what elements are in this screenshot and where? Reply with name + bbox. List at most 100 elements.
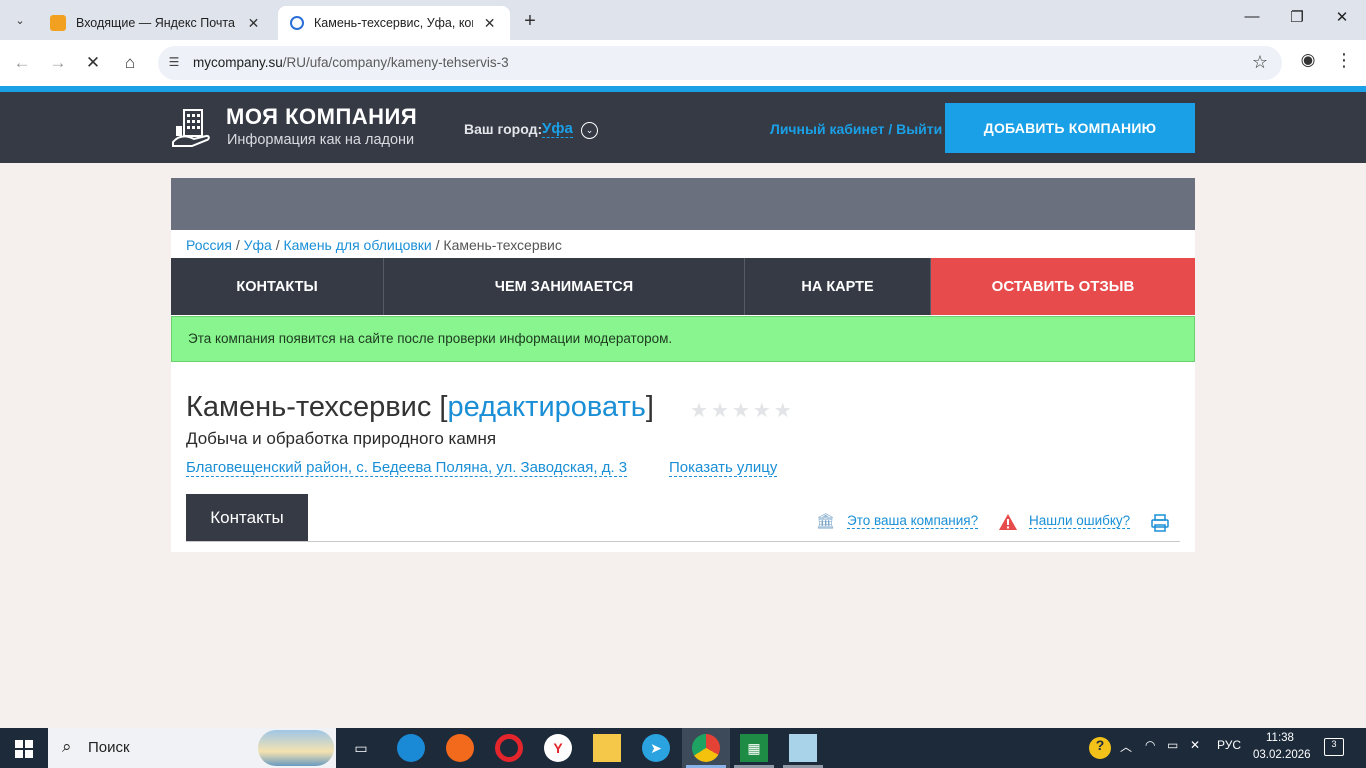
- windows-start-icon[interactable]: [15, 740, 33, 758]
- plus-icon[interactable]: +: [518, 10, 542, 33]
- close-icon[interactable]: ✕: [481, 15, 498, 32]
- mail-favicon-icon: [50, 15, 66, 31]
- taskbar-search[interactable]: ⌕ Поиск: [48, 728, 336, 768]
- address-bar[interactable]: ☰ mycompany.su/RU/ufa/company/kameny-teh…: [158, 46, 1282, 80]
- breadcrumb: Россия / Уфа / Камень для облицовки / Ка…: [186, 237, 562, 253]
- star-icon[interactable]: ★: [753, 401, 771, 421]
- firefox-icon[interactable]: [446, 734, 474, 762]
- bracket: [: [431, 391, 448, 423]
- contacts-section-tab[interactable]: Контакты: [186, 494, 308, 541]
- account-links: Личный кабинет / Выйти: [770, 121, 942, 137]
- breadcrumb-separator: /: [435, 237, 440, 253]
- star-icon[interactable]: ☆: [1252, 52, 1268, 73]
- star-icon[interactable]: ★: [690, 401, 708, 421]
- breadcrumb-link-ufa[interactable]: Уфа: [244, 237, 272, 253]
- logo-title[interactable]: МОЯ КОМПАНИЯ: [226, 104, 417, 130]
- tab-activity[interactable]: ЧЕМ ЗАНИМАЕТСЯ: [384, 258, 745, 315]
- notepad-icon[interactable]: [789, 734, 817, 762]
- tab-map[interactable]: НА КАРТЕ: [745, 258, 931, 315]
- telegram-icon[interactable]: ➤: [642, 734, 670, 762]
- chevron-down-icon: ⌄: [15, 14, 25, 27]
- home-icon[interactable]: ⌂: [117, 50, 143, 76]
- browser-tab-mail[interactable]: Входящие — Яндекс Почта ✕: [38, 6, 274, 40]
- moderation-notice: Эта компания появится на сайте после про…: [171, 316, 1195, 362]
- tab-title: Входящие — Яндекс Почта: [76, 16, 235, 30]
- own-company-link[interactable]: Это ваша компания?: [847, 513, 979, 529]
- company-name: Камень-техсервис: [186, 391, 432, 423]
- company-card: Россия / Уфа / Камень для облицовки / Ка…: [171, 178, 1195, 552]
- browser-tab-bar: ⌄ Входящие — Яндекс Почта ✕ Камень-техсе…: [0, 0, 1366, 40]
- bank-icon: 🏛: [816, 513, 836, 530]
- loading-favicon-icon: [290, 16, 304, 30]
- logout-link[interactable]: Выйти: [896, 121, 942, 137]
- clock-time[interactable]: 11:38: [1266, 732, 1294, 744]
- url-text: mycompany.su/RU/ufa/company/kameny-tehse…: [193, 55, 509, 70]
- star-icon[interactable]: ★: [711, 401, 729, 421]
- edge-icon[interactable]: [397, 734, 425, 762]
- page-title: Камень-техсервис [редактировать]: [186, 391, 654, 424]
- breadcrumb-separator: /: [235, 237, 240, 253]
- breadcrumb-link-category[interactable]: Камень для облицовки: [283, 237, 431, 253]
- windows-taskbar: ⌕ Поиск ▭ Y ➤ ▦ ? ︿ ◠ ▭ ✕ РУС 11:38 03.0…: [0, 728, 1366, 768]
- window-close-icon[interactable]: ✕: [1330, 8, 1354, 26]
- tab-contacts[interactable]: КОНТАКТЫ: [171, 258, 384, 315]
- breadcrumb-link-russia[interactable]: Россия: [186, 237, 232, 253]
- chevron-down-icon[interactable]: ⌄: [581, 122, 598, 139]
- breadcrumb-current: Камень-техсервис: [443, 237, 562, 253]
- report-error-link[interactable]: Нашли ошибку?: [1029, 513, 1131, 529]
- task-view-icon[interactable]: ▭: [347, 734, 375, 762]
- opera-icon[interactable]: [495, 734, 523, 762]
- help-icon[interactable]: ?: [1089, 737, 1111, 759]
- edit-link[interactable]: редактировать: [447, 391, 645, 423]
- close-icon[interactable]: ✕: [80, 50, 106, 76]
- language-indicator[interactable]: РУС: [1217, 738, 1241, 752]
- leave-review-button[interactable]: ОСТАВИТЬ ОТЗЫВ: [931, 258, 1195, 315]
- notifications-icon[interactable]: 3: [1324, 738, 1344, 756]
- city-label: Ваш город:: [464, 121, 543, 137]
- account-link[interactable]: Личный кабинет: [770, 121, 884, 137]
- tune-icon[interactable]: ☰: [166, 55, 182, 71]
- battery-icon[interactable]: ▭: [1167, 738, 1178, 752]
- arrow-right-icon[interactable]: →: [45, 50, 71, 76]
- tab-search-button[interactable]: ⌄: [8, 8, 32, 32]
- kebab-icon[interactable]: ⋮: [1332, 50, 1356, 74]
- add-company-button[interactable]: ДОБАВИТЬ КОМПАНИЮ: [945, 103, 1195, 153]
- breadcrumb-separator: /: [275, 237, 280, 253]
- chevron-up-icon[interactable]: ︿: [1120, 738, 1132, 755]
- tab-title: Камень-техсервис, Уфа, конта: [314, 16, 474, 30]
- browser-toolbar: ← → ✕ ⌂ ☰ mycompany.su/RU/ufa/company/ka…: [0, 40, 1366, 86]
- wifi-icon[interactable]: ◠: [1145, 738, 1155, 752]
- folder-icon[interactable]: [593, 734, 621, 762]
- warning-icon: [999, 514, 1017, 530]
- minimize-icon[interactable]: —: [1240, 8, 1264, 25]
- clock-date[interactable]: 03.02.2026: [1253, 749, 1311, 761]
- close-icon[interactable]: ✕: [245, 15, 262, 32]
- city-selector[interactable]: Уфа: [542, 120, 573, 138]
- star-icon[interactable]: ★: [774, 401, 792, 421]
- separator: /: [884, 121, 897, 137]
- restore-icon[interactable]: ❐: [1285, 8, 1309, 26]
- speaker-muted-icon[interactable]: ✕: [1190, 738, 1200, 752]
- profile-icon[interactable]: ◉: [1296, 50, 1320, 74]
- company-nav: КОНТАКТЫ ЧЕМ ЗАНИМАЕТСЯ НА КАРТЕ ОСТАВИТ…: [171, 258, 1195, 315]
- site-header: МОЯ КОМПАНИЯ Информация как на ладони Ва…: [0, 92, 1366, 163]
- search-icon: ⌕: [62, 737, 72, 756]
- address-link[interactable]: Благовещенский район, с. Бедеева Поляна,…: [186, 459, 628, 477]
- banner: [171, 178, 1195, 230]
- building-logo-icon[interactable]: [170, 106, 212, 148]
- bracket: ]: [645, 391, 654, 423]
- printer-icon[interactable]: [1151, 514, 1169, 532]
- yandex-browser-icon[interactable]: Y: [544, 734, 572, 762]
- star-icon[interactable]: ★: [732, 401, 750, 421]
- arrow-left-icon[interactable]: ←: [9, 50, 35, 76]
- search-label: Поиск: [88, 739, 130, 756]
- browser-tab-company[interactable]: Камень-техсервис, Уфа, конта ✕: [278, 6, 510, 40]
- search-highlight-image: [258, 730, 334, 766]
- logo-subtitle: Информация как на ладони: [227, 132, 415, 148]
- rating-stars[interactable]: ★ ★ ★ ★ ★: [690, 401, 792, 421]
- divider: [186, 541, 1180, 542]
- company-activity: Добыча и обработка природного камня: [186, 429, 497, 448]
- chrome-icon[interactable]: [692, 734, 720, 762]
- show-street-link[interactable]: Показать улицу: [669, 459, 778, 477]
- spreadsheet-icon[interactable]: ▦: [740, 734, 768, 762]
